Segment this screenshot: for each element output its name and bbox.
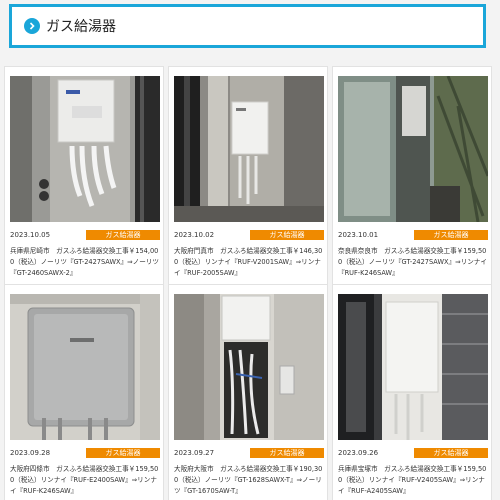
post-meta: 2023.10.05 ガス給湯器 [10, 229, 160, 241]
post-card[interactable]: 2023.09.26 ガス給湯器 兵庫県宝塚市 ガスふろ給湯器交換工事￥159,… [332, 284, 492, 500]
post-date: 2023.10.02 [174, 231, 215, 239]
post-card[interactable]: 2023.10.01 ガス給湯器 奈良県奈良市 ガスふろ給湯器交換工事￥159,… [332, 66, 492, 286]
post-description[interactable]: 大阪府大阪市 ガスふろ給湯器交換工事￥190,300（税込）ノーリツ『GT-16… [174, 464, 326, 497]
post-card[interactable]: 2023.10.05 ガス給湯器 兵庫県尼崎市 ガスふろ給湯器交換工事￥154,… [4, 66, 164, 286]
post-card[interactable]: 2023.09.28 ガス給湯器 大阪府四條市 ガスふろ給湯器交換工事￥159,… [4, 284, 164, 500]
page-title: ガス給湯器 [46, 19, 116, 35]
category-badge[interactable]: ガス給湯器 [250, 448, 324, 458]
post-description[interactable]: 大阪府門真市 ガスふろ給湯器交換工事￥146,300（税込）リンナイ『RUF-V… [174, 246, 326, 279]
post-meta: 2023.10.01 ガス給湯器 [338, 229, 488, 241]
category-badge[interactable]: ガス給湯器 [86, 448, 160, 458]
post-card[interactable]: 2023.09.27 ガス給湯器 大阪府大阪市 ガスふろ給湯器交換工事￥190,… [168, 284, 328, 500]
category-heading-box: ガス給湯器 [9, 4, 486, 48]
post-card[interactable]: 2023.10.02 ガス給湯器 大阪府門真市 ガスふろ給湯器交換工事￥146,… [168, 66, 328, 286]
post-meta: 2023.09.26 ガス給湯器 [338, 447, 488, 459]
category-badge[interactable]: ガス給湯器 [86, 230, 160, 240]
category-badge[interactable]: ガス給湯器 [414, 230, 488, 240]
post-date: 2023.09.28 [10, 449, 51, 457]
post-description[interactable]: 奈良県奈良市 ガスふろ給湯器交換工事￥159,500（税込）ノーリツ『GT-24… [338, 246, 490, 279]
post-date: 2023.10.01 [338, 231, 379, 239]
post-description[interactable]: 大阪府四條市 ガスふろ給湯器交換工事￥159,500（税込）リンナイ『RUF-E… [10, 464, 162, 497]
post-thumbnail[interactable] [338, 294, 488, 440]
post-date: 2023.09.27 [174, 449, 215, 457]
post-thumbnail[interactable] [338, 76, 488, 222]
post-thumbnail[interactable] [10, 294, 160, 440]
post-meta: 2023.09.28 ガス給湯器 [10, 447, 160, 459]
category-badge[interactable]: ガス給湯器 [250, 230, 324, 240]
post-description[interactable]: 兵庫県宝塚市 ガスふろ給湯器交換工事￥159,500（税込）リンナイ『RUF-V… [338, 464, 490, 497]
post-meta: 2023.10.02 ガス給湯器 [174, 229, 324, 241]
post-description[interactable]: 兵庫県尼崎市 ガスふろ給湯器交換工事￥154,000（税込）ノーリツ『GT-24… [10, 246, 162, 279]
category-badge[interactable]: ガス給湯器 [414, 448, 488, 458]
post-thumbnail[interactable] [10, 76, 160, 222]
post-date: 2023.10.05 [10, 231, 51, 239]
circle-chevron-right-icon [24, 18, 40, 34]
post-meta: 2023.09.27 ガス給湯器 [174, 447, 324, 459]
post-date: 2023.09.26 [338, 449, 379, 457]
post-thumbnail[interactable] [174, 294, 324, 440]
post-thumbnail[interactable] [174, 76, 324, 222]
